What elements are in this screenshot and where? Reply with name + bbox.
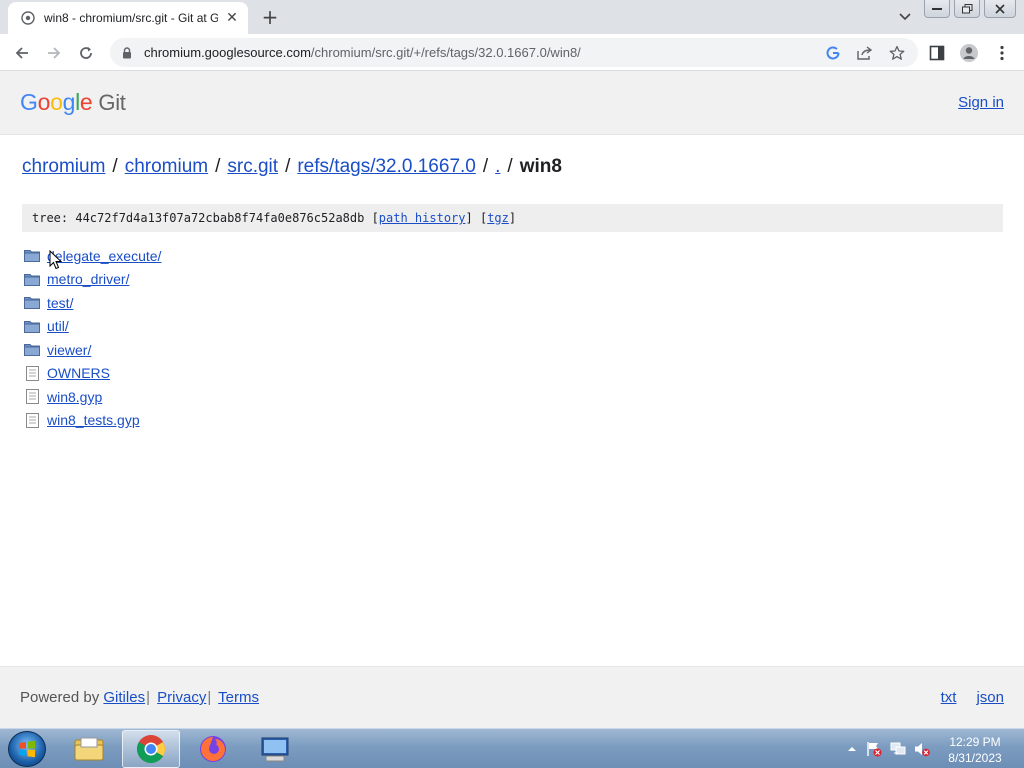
list-item: win8.gyp	[24, 385, 161, 409]
bookmark-star-icon[interactable]	[888, 44, 906, 62]
breadcrumb-separator: /	[507, 156, 513, 177]
breadcrumb-root[interactable]: .	[495, 156, 500, 178]
folder-link-test[interactable]: test/	[47, 295, 73, 311]
chrome-icon	[137, 735, 165, 763]
breadcrumb-ref[interactable]: refs/tags/32.0.1667.0	[297, 156, 476, 178]
file-list: delegate_execute/ metro_driver/ test/ ut…	[24, 244, 161, 432]
side-panel-icon[interactable]	[927, 43, 947, 63]
url-host: chromium.googlesource.com	[144, 45, 311, 60]
folder-link-delegate-execute[interactable]: delegate_execute/	[47, 248, 161, 264]
taskbar-remote-desktop[interactable]	[246, 730, 304, 768]
tree-label: tree:	[32, 211, 69, 225]
list-item: util/	[24, 315, 161, 339]
folder-icon	[24, 272, 40, 286]
clock-time: 12:29 PM	[949, 735, 1001, 749]
browser-tab[interactable]: win8 - chromium/src.git - Git at Google …	[8, 2, 248, 34]
powered-by-text: Powered by	[20, 689, 100, 706]
taskbar-clock[interactable]: 12:29 PM 8/31/2023	[938, 734, 1012, 766]
folder-explorer-icon	[74, 737, 104, 761]
json-link[interactable]: json	[976, 689, 1004, 706]
folder-link-viewer[interactable]: viewer/	[47, 342, 91, 358]
site-header: Google Git Sign in	[0, 71, 1024, 135]
more-menu-icon[interactable]	[992, 43, 1012, 63]
breadcrumb-host[interactable]: chromium	[22, 156, 105, 178]
mouse-cursor-icon	[49, 250, 63, 270]
network-icon[interactable]	[890, 741, 906, 757]
file-link-win8-gyp[interactable]: win8.gyp	[47, 389, 102, 405]
lock-icon[interactable]	[120, 46, 134, 60]
file-link-owners[interactable]: OWNERS	[47, 365, 110, 381]
tab-title: win8 - chromium/src.git - Git at Google	[44, 11, 218, 25]
page-footer: Powered by Gitiles| Privacy| Terms txt j…	[0, 666, 1024, 728]
taskbar-chrome[interactable]	[122, 730, 180, 768]
computer-icon	[261, 737, 289, 762]
new-tab-button[interactable]: +	[258, 5, 282, 29]
terms-link[interactable]: Terms	[218, 689, 259, 706]
folder-icon	[24, 296, 40, 310]
reload-icon[interactable]	[74, 41, 98, 65]
os-taskbar: 12:29 PM 8/31/2023	[0, 728, 1024, 768]
share-icon[interactable]	[856, 44, 874, 62]
privacy-link[interactable]: Privacy	[157, 689, 206, 706]
gitiles-link[interactable]: Gitiles	[103, 689, 145, 706]
url-path: /chromium/src.git/+/refs/tags/32.0.1667.…	[310, 45, 581, 60]
address-bar[interactable]: chromium.googlesource.com/chromium/src.g…	[110, 38, 918, 67]
action-center-flag-icon[interactable]	[866, 741, 882, 757]
taskbar-explorer[interactable]	[60, 730, 118, 768]
windows-logo-icon	[19, 740, 35, 758]
close-tab-icon[interactable]: ✕	[224, 10, 240, 26]
firefox-icon	[200, 736, 226, 762]
breadcrumb-repo[interactable]: src.git	[227, 156, 278, 178]
taskbar-firefox[interactable]	[184, 730, 242, 768]
list-item: win8_tests.gyp	[24, 409, 161, 433]
minimize-button[interactable]	[924, 0, 950, 18]
show-hidden-icons-icon[interactable]	[844, 741, 860, 757]
list-item: OWNERS	[24, 362, 161, 386]
tgz-link[interactable]: tgz	[487, 211, 509, 225]
google-logo-text: Google	[20, 89, 93, 115]
breadcrumb-separator: /	[112, 156, 118, 177]
browser-toolbar: chromium.googlesource.com/chromium/src.g…	[0, 34, 1024, 71]
path-history-link[interactable]: path history	[379, 211, 466, 225]
folder-icon	[24, 343, 40, 357]
back-arrow-icon[interactable]	[10, 41, 34, 65]
file-icon	[24, 389, 40, 405]
google-lens-icon[interactable]	[824, 44, 842, 62]
sign-in-link[interactable]: Sign in	[958, 94, 1004, 111]
tab-search-icon[interactable]	[896, 8, 914, 26]
profile-avatar-icon[interactable]	[959, 43, 979, 63]
list-item: delegate_execute/	[24, 244, 161, 268]
restore-button[interactable]	[954, 0, 980, 18]
folder-icon	[24, 319, 40, 333]
tree-hash: 44c72f7d4a13f07a72cbab8f74fa0e876c52a8db	[75, 211, 365, 225]
list-item: test/	[24, 291, 161, 315]
breadcrumb-project[interactable]: chromium	[125, 156, 208, 178]
txt-link[interactable]: txt	[941, 689, 957, 706]
list-item: viewer/	[24, 338, 161, 362]
folder-link-util[interactable]: util/	[47, 318, 69, 334]
globe-icon	[20, 10, 36, 26]
breadcrumb: chromium / chromium / src.git / refs/tag…	[22, 156, 562, 178]
start-button[interactable]	[8, 731, 46, 767]
folder-icon	[24, 249, 40, 263]
breadcrumb-current: win8	[519, 156, 562, 177]
tree-info-bar: tree: 44c72f7d4a13f07a72cbab8f74fa0e876c…	[22, 204, 1003, 232]
tab-strip: win8 - chromium/src.git - Git at Google …	[0, 0, 1024, 34]
volume-muted-icon[interactable]	[914, 741, 930, 757]
list-item: metro_driver/	[24, 268, 161, 292]
google-git-logo[interactable]: Google Git	[20, 89, 126, 116]
breadcrumb-separator: /	[285, 156, 291, 177]
file-icon	[24, 412, 40, 428]
folder-link-metro-driver[interactable]: metro_driver/	[47, 271, 129, 287]
forward-arrow-icon[interactable]	[42, 41, 66, 65]
clock-date: 8/31/2023	[948, 751, 1002, 765]
close-window-button[interactable]	[984, 0, 1016, 18]
url-text: chromium.googlesource.com/chromium/src.g…	[144, 45, 581, 60]
file-link-win8-tests-gyp[interactable]: win8_tests.gyp	[47, 412, 140, 428]
breadcrumb-separator: /	[482, 156, 489, 177]
breadcrumb-separator: /	[215, 156, 221, 177]
file-icon	[24, 365, 40, 381]
git-logo-text: Git	[98, 90, 126, 115]
